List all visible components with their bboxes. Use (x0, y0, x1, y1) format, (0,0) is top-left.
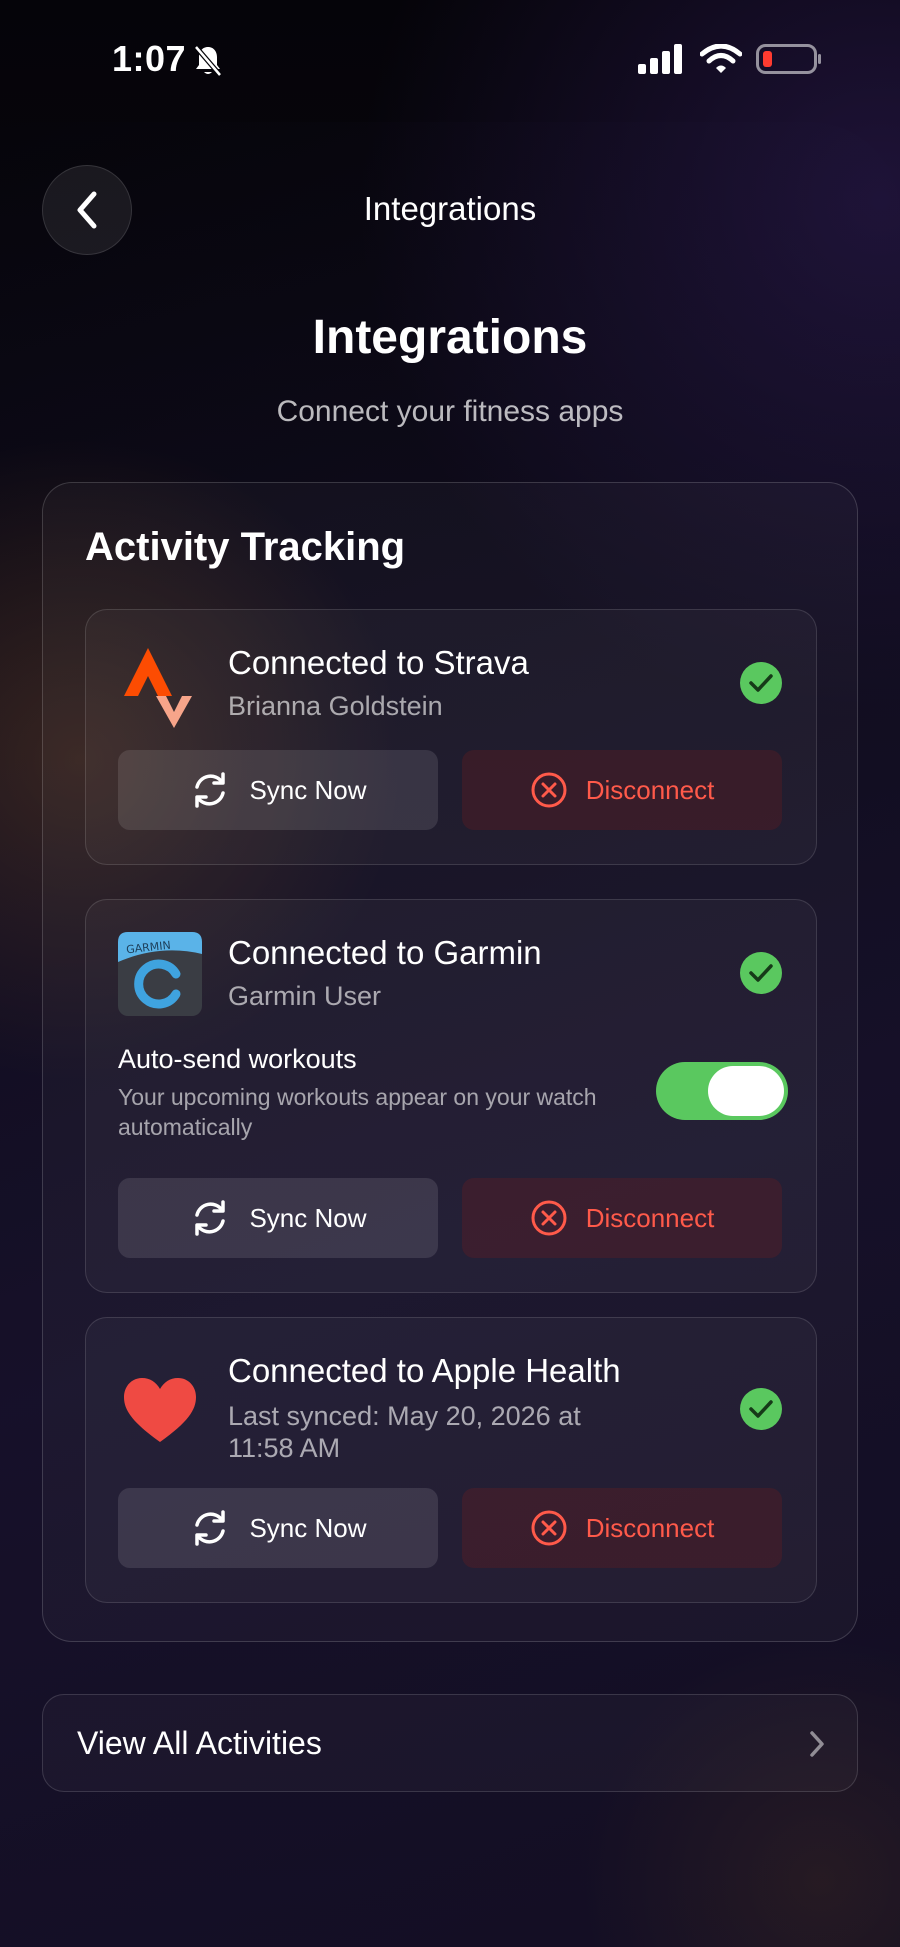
strava-sync-button[interactable]: Sync Now (118, 750, 438, 830)
view-all-label: View All Activities (77, 1725, 322, 1761)
apple-health-sync-button[interactable]: Sync Now (118, 1488, 438, 1568)
toggle-knob (708, 1066, 784, 1116)
wifi-icon (700, 44, 742, 73)
status-time: 1:07 (112, 38, 187, 79)
garmin-sync-button[interactable]: Sync Now (118, 1178, 438, 1258)
garmin-integration: GARMIN Connected to Garmin Garmin User A… (85, 899, 817, 1293)
close-circle-icon (531, 1200, 567, 1236)
auto-send-toggle[interactable] (656, 1062, 788, 1120)
integration-title: Connected to Apple Health (228, 1352, 621, 1389)
connected-check-icon (740, 1388, 782, 1430)
integration-subtitle: Brianna Goldstein (228, 691, 443, 721)
strava-logo-icon (124, 648, 192, 728)
close-circle-icon (531, 772, 567, 808)
heart-icon (124, 1378, 196, 1442)
apple-health-integration: Connected to Apple Health Last synced: M… (85, 1317, 817, 1603)
garmin-disconnect-button[interactable]: Disconnect (462, 1178, 782, 1258)
apple-health-disconnect-button[interactable]: Disconnect (462, 1488, 782, 1568)
sync-label: Sync Now (249, 774, 367, 805)
page-subtitle: Connect your fitness apps (276, 395, 624, 428)
chevron-right-icon (810, 1731, 824, 1757)
connected-check-icon (740, 662, 782, 704)
sync-label: Sync Now (249, 1202, 367, 1233)
disconnect-label: Disconnect (585, 774, 715, 805)
section-title: Activity Tracking (85, 525, 406, 569)
page-title: Integrations (312, 311, 588, 364)
integration-subtitle: Last synced: May 20, 2026 at 11:58 AM (228, 1401, 581, 1463)
sync-label: Sync Now (249, 1512, 367, 1543)
nav-title: Integrations (363, 190, 537, 227)
sync-icon (195, 1510, 226, 1546)
integration-title: Connected to Garmin (228, 934, 542, 971)
integration-subtitle: Garmin User (228, 981, 382, 1011)
disconnect-label: Disconnect (585, 1202, 715, 1233)
activity-tracking-card: Activity Tracking Connected to Strava Br… (42, 482, 858, 1642)
sync-icon (195, 1200, 226, 1236)
garmin-logo-icon: GARMIN (118, 932, 202, 1016)
cellular-signal-icon (638, 44, 682, 74)
strava-disconnect-button[interactable]: Disconnect (462, 750, 782, 830)
view-all-activities-button[interactable]: View All Activities (42, 1694, 858, 1792)
disconnect-label: Disconnect (585, 1512, 715, 1543)
connected-check-icon (740, 952, 782, 994)
battery-low-icon (756, 44, 821, 74)
strava-integration: Connected to Strava Brianna Goldstein Sy… (85, 609, 817, 865)
auto-send-label: Auto-send workouts (118, 1044, 357, 1074)
auto-send-description: Your upcoming workouts appear on your wa… (118, 1084, 597, 1140)
status-bar: 1:07 (0, 0, 900, 120)
integration-title: Connected to Strava (228, 644, 529, 681)
sync-icon (195, 772, 226, 808)
close-circle-icon (531, 1510, 567, 1546)
bell-muted-icon (194, 45, 222, 77)
